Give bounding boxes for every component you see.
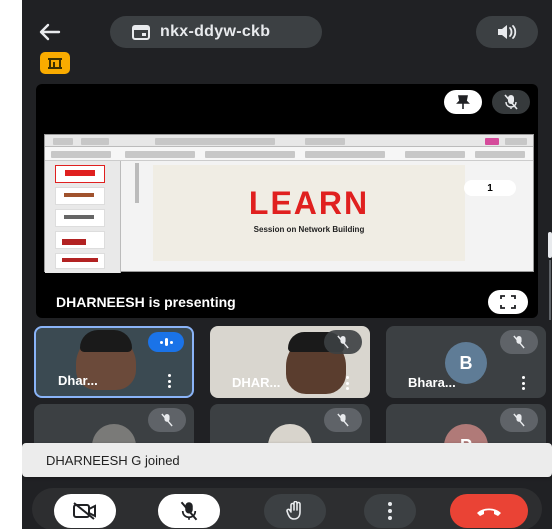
- raise-hand-button[interactable]: [264, 494, 326, 528]
- participant-tile[interactable]: DHAR...: [210, 326, 370, 398]
- mic-off-icon: [513, 413, 525, 427]
- mic-off-icon: [504, 94, 518, 110]
- fullscreen-icon: [500, 295, 516, 309]
- speaking-indicator: [148, 332, 184, 352]
- presenter-label: DHARNEESH is presenting: [56, 294, 236, 310]
- slide-canvas: LEARN Session on Network Building: [153, 165, 465, 261]
- mic-off-badge: [324, 408, 362, 432]
- slide-thumbnail: [55, 209, 105, 227]
- mic-off-icon: [337, 335, 349, 349]
- app-title-bar: [45, 135, 533, 147]
- raise-hand-icon: [286, 501, 301, 520]
- speaker-icon: [498, 25, 517, 39]
- call-controls-bar: [32, 488, 542, 529]
- fullscreen-button[interactable]: [488, 290, 528, 314]
- participant-name: Dhar...: [58, 373, 98, 388]
- host-controls-icon: [48, 58, 62, 69]
- pin-icon: [456, 95, 470, 109]
- more-vert-icon: [388, 502, 392, 520]
- host-controls-badge[interactable]: [40, 52, 70, 74]
- presenter-mic-off: [492, 90, 530, 114]
- slide-thumbnail: [55, 165, 105, 183]
- pin-button[interactable]: [444, 90, 482, 114]
- mic-off-icon: [513, 335, 525, 349]
- join-toast: DHARNEESH G joined: [22, 443, 552, 477]
- camera-off-icon: [73, 502, 96, 520]
- meeting-code: nkx-ddyw-ckb: [160, 23, 271, 40]
- scrollbar-track: [549, 260, 551, 320]
- scrollbar-thumb[interactable]: [548, 232, 552, 258]
- meet-screen: nkx-ddyw-ckb LEARN Session on Network Bu…: [22, 0, 552, 529]
- mic-off-badge: [500, 330, 538, 354]
- mic-off-icon: [161, 413, 173, 427]
- more-options-button[interactable]: [364, 494, 416, 528]
- camera-toggle-button[interactable]: [54, 494, 116, 528]
- slide-title: LEARN: [248, 185, 370, 221]
- slide-thumbnail: [55, 231, 105, 263]
- speaker-button[interactable]: [476, 16, 538, 48]
- page-number: 1: [464, 180, 516, 196]
- slide-thumbnail: [55, 253, 105, 269]
- end-call-button[interactable]: [450, 494, 528, 528]
- slide-thumbnail: [55, 187, 105, 205]
- more-vert-icon[interactable]: [166, 374, 172, 388]
- calendar-icon: [132, 24, 150, 40]
- participant-name: Bhara...: [408, 375, 456, 390]
- mic-off-badge: [148, 408, 186, 432]
- toast-message: DHARNEESH G joined: [46, 452, 180, 468]
- back-button[interactable]: [28, 16, 72, 48]
- more-vert-icon[interactable]: [520, 376, 526, 390]
- participant-tile[interactable]: Dhar...: [34, 326, 194, 398]
- mic-toggle-button[interactable]: [158, 494, 220, 528]
- app-ribbon: [45, 147, 533, 161]
- slide-scrollbar: [135, 163, 139, 203]
- participant-tile[interactable]: B Bhara...: [386, 326, 546, 398]
- participant-name: DHAR...: [232, 375, 281, 390]
- top-bar: nkx-ddyw-ckb: [22, 12, 552, 52]
- shared-slide: LEARN Session on Network Building: [44, 134, 534, 273]
- mic-off-icon: [337, 413, 349, 427]
- back-arrow-icon: [39, 23, 61, 41]
- slide-subtitle: Session on Network Building: [253, 225, 365, 234]
- mic-off-icon: [180, 501, 198, 521]
- more-vert-icon[interactable]: [344, 376, 350, 390]
- mic-off-badge: [324, 330, 362, 354]
- presentation-area[interactable]: LEARN Session on Network Building 1 DHAR…: [36, 84, 538, 318]
- mic-off-badge: [500, 408, 538, 432]
- end-call-icon: [477, 508, 501, 516]
- meeting-code-pill[interactable]: nkx-ddyw-ckb: [110, 16, 322, 48]
- slide-thumbnails: [45, 161, 121, 273]
